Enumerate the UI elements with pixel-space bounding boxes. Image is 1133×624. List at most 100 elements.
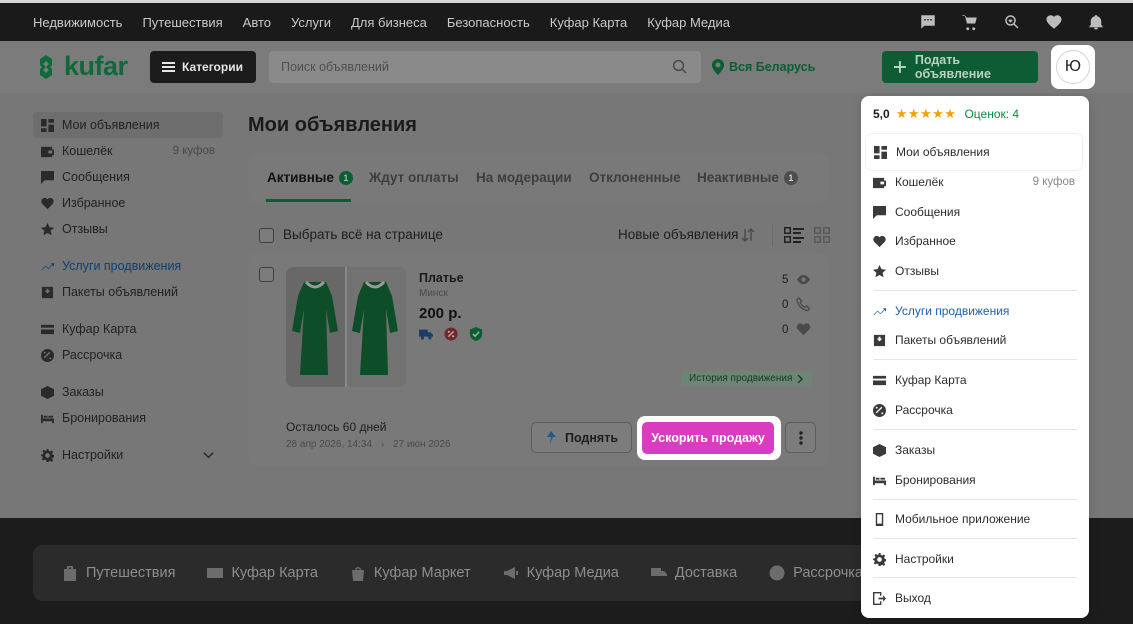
dropdown-item-my-ads[interactable]: Мои объявления <box>874 140 1078 164</box>
eye-icon <box>797 274 811 285</box>
sidebar-item-orders[interactable]: Заказы <box>33 379 223 405</box>
post-ad-button[interactable]: Подать объявление <box>882 51 1038 83</box>
search-input[interactable]: Поиск объявлений <box>269 51 701 83</box>
more-options-button[interactable] <box>785 422 816 453</box>
sidebar-item-kufar-card[interactable]: Куфар Карта <box>33 316 223 342</box>
dropdown-item-orders[interactable]: Заказы <box>873 438 1077 462</box>
dropdown-item-promo-services[interactable]: Услуги продвижения <box>873 299 1077 323</box>
footer-item-travel[interactable]: Путешествия <box>62 565 175 581</box>
dropdown-item-wallet[interactable]: Кошелёк 9 куфов <box>873 170 1077 194</box>
categories-button[interactable]: Категории <box>150 51 256 83</box>
sidebar-item-installment[interactable]: Рассрочка <box>33 342 223 368</box>
dropdown-item-kufar-card[interactable]: Куфар Карта <box>873 368 1077 392</box>
dropdown-item-logout[interactable]: Выход <box>873 586 1077 610</box>
dropdown-item-reviews[interactable]: Отзывы <box>873 259 1077 283</box>
bed-icon <box>873 476 886 485</box>
listing-title[interactable]: Платье <box>419 271 464 285</box>
sidebar-item-messages[interactable]: Сообщения <box>33 164 223 190</box>
top-link-auto[interactable]: Авто <box>243 15 271 30</box>
footer-item-kufar-card[interactable]: Куфар Карта <box>207 565 318 581</box>
cart-icon[interactable] <box>961 13 979 31</box>
raise-button[interactable]: Поднять <box>531 422 632 453</box>
sidebar-item-packages[interactable]: Пакеты объявлений <box>33 279 223 305</box>
location-pin-icon <box>712 59 724 75</box>
tab-moderation[interactable]: На модерации <box>476 170 572 185</box>
reviews-link[interactable]: Оценок: 4 <box>964 107 1019 121</box>
top-link-travel[interactable]: Путешествия <box>142 15 222 30</box>
dropdown-item-label: Отзывы <box>895 264 939 278</box>
kufar-logo[interactable]: kufar <box>33 51 128 82</box>
avatar[interactable]: Ю <box>1056 50 1090 84</box>
verified-shield-icon <box>469 327 483 341</box>
trend-icon <box>873 307 886 315</box>
box-icon <box>873 443 886 457</box>
top-link-kufar-card[interactable]: Куфар Карта <box>550 15 627 30</box>
listing-dates: 28 апр 2026, 14:34 › 27 июн 2026 <box>286 439 451 450</box>
sidebar-item-favorites[interactable]: Избранное <box>33 190 223 216</box>
wallet-icon <box>41 146 54 157</box>
tab-rejected[interactable]: Отклоненные <box>589 170 681 185</box>
tab-label: Неактивные <box>697 170 779 185</box>
top-nav: Недвижимость Путешествия Авто Услуги Для… <box>0 0 1133 41</box>
top-links: Недвижимость Путешествия Авто Услуги Для… <box>33 3 730 41</box>
promotion-history-link[interactable]: История продвижения <box>681 371 813 386</box>
dropdown-item-favorites[interactable]: Избранное <box>873 229 1077 253</box>
dropdown-item-label: Выход <box>895 591 931 605</box>
tab-active[interactable]: Активные 1 <box>267 170 353 185</box>
top-link-business[interactable]: Для бизнеса <box>351 15 427 30</box>
listing-photo[interactable] <box>286 267 406 387</box>
sidebar-item-reviews[interactable]: Отзывы <box>33 216 223 242</box>
dropdown-item-label: Рассрочка <box>895 403 953 417</box>
sidebar-item-bookings[interactable]: Бронирования <box>33 405 223 431</box>
sidebar-item-settings[interactable]: Настройки <box>33 442 223 468</box>
sidebar-item-wallet[interactable]: Кошелёк 9 куфов <box>33 138 223 164</box>
sidebar-item-my-ads[interactable]: Мои объявления <box>33 112 223 138</box>
divider <box>873 577 1077 578</box>
chevron-down-icon[interactable] <box>202 449 215 462</box>
sort-dropdown[interactable]: Новые объявления <box>618 227 739 242</box>
select-all-checkbox[interactable] <box>259 228 274 243</box>
top-link-kufar-media[interactable]: Куфар Медиа <box>647 15 730 30</box>
divider <box>873 538 1077 539</box>
bell-icon[interactable] <box>1087 13 1105 31</box>
tab-awaiting-payment[interactable]: Ждут оплаты <box>369 170 459 185</box>
list-view-icon[interactable] <box>784 227 804 243</box>
dropdown-item-bookings[interactable]: Бронирования <box>873 468 1077 492</box>
dropdown-item-packages[interactable]: Пакеты объявлений <box>873 328 1077 352</box>
dropdown-item-label: Мобильное приложение <box>895 512 1031 526</box>
search-icon[interactable] <box>671 58 689 76</box>
tab-badge: 1 <box>338 170 353 185</box>
heart-icon[interactable] <box>1045 13 1063 31</box>
suitcase-icon <box>64 566 76 581</box>
top-link-realty[interactable]: Недвижимость <box>33 15 122 30</box>
grid-icon <box>41 118 54 132</box>
dropdown-item-settings[interactable]: Настройки <box>873 547 1077 571</box>
dropdown-item-label: Бронирования <box>895 473 976 487</box>
region-selector[interactable]: Вся Беларусь <box>712 59 815 75</box>
chat-icon[interactable] <box>919 13 937 31</box>
tab-inactive[interactable]: Неактивные 1 <box>697 170 798 185</box>
select-row: Выбрать всё на странице Новые объявления <box>248 222 830 248</box>
sort-icon[interactable] <box>741 228 755 242</box>
footer-item-delivery[interactable]: Доставка <box>650 565 737 581</box>
installment-icon <box>769 565 785 581</box>
raise-label: Поднять <box>564 430 619 445</box>
footer-item-kufar-media[interactable]: Куфар Медиа <box>503 565 619 581</box>
listing-checkbox[interactable] <box>259 267 274 282</box>
top-link-security[interactable]: Безопасность <box>447 15 530 30</box>
dropdown-item-messages[interactable]: Сообщения <box>873 200 1077 224</box>
top-link-services[interactable]: Услуги <box>291 15 331 30</box>
footer-item-installment[interactable]: Рассрочка <box>769 565 863 581</box>
boost-sale-button[interactable]: Ускорить продажу <box>642 422 774 454</box>
search-heart-icon[interactable] <box>1003 13 1021 31</box>
footer-label: Путешествия <box>86 565 176 581</box>
dropdown-item-mobile-app[interactable]: Мобильное приложение <box>873 507 1077 531</box>
footer-item-kufar-market[interactable]: Куфар Маркет <box>350 565 471 581</box>
logo-text: kufar <box>64 51 128 81</box>
grid-view-icon[interactable] <box>814 227 830 243</box>
sidebar-item-promo-services[interactable]: Услуги продвижения <box>33 253 223 279</box>
gear-icon <box>873 552 886 566</box>
dropdown-item-installment[interactable]: Рассрочка <box>873 398 1077 422</box>
star-icon <box>873 264 886 277</box>
sidebar-item-label: Бронирования <box>62 411 147 425</box>
